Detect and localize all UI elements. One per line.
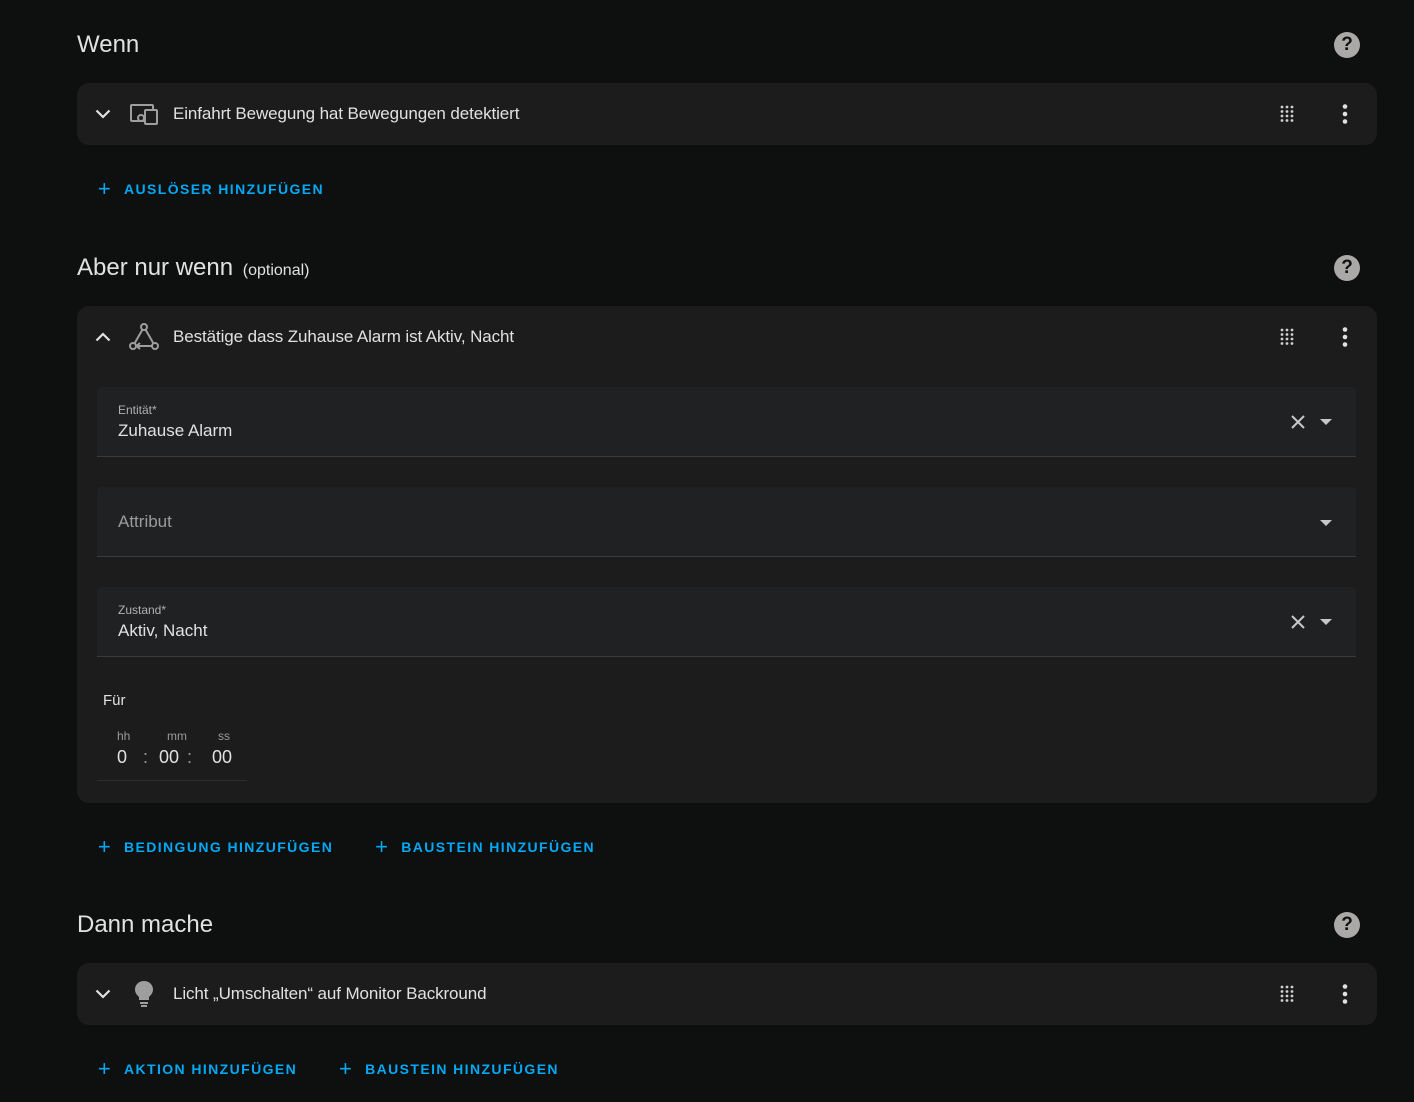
help-icon[interactable]: ? xyxy=(1334,255,1360,281)
action-add-row: + AKTION HINZUFÜGEN + BAUSTEIN HINZUFÜGE… xyxy=(98,1058,601,1080)
dann-title: Dann mache xyxy=(77,911,214,938)
optional-label: (optional) xyxy=(242,262,310,279)
state-field-label: Zustand* xyxy=(118,603,167,617)
ss-label: ss xyxy=(218,729,230,743)
aber-header: Aber nur wenn (optional) ? xyxy=(77,248,1377,288)
for-label: Für xyxy=(103,692,126,709)
plus-icon: + xyxy=(375,834,390,859)
dropdown-arrow-icon[interactable] xyxy=(1318,515,1334,531)
add-trigger-label: AUSLÖSER HINZUFÜGEN xyxy=(124,181,325,197)
attribute-field-placeholder: Attribut xyxy=(118,512,172,531)
dann-header: Dann mache ? xyxy=(77,905,1377,945)
close-icon[interactable] xyxy=(1288,612,1308,632)
add-action-label: AKTION HINZUFÜGEN xyxy=(124,1061,298,1077)
add-trigger-button[interactable]: + AUSLÖSER HINZUFÜGEN xyxy=(98,178,324,200)
action-row[interactable]: Licht „Umschalten“ auf Monitor Backround xyxy=(77,963,1377,1025)
action-label: Licht „Umschalten“ auf Monitor Backround xyxy=(173,984,487,1003)
chevron-down-icon[interactable] xyxy=(93,984,113,1004)
add-block-button[interactable]: + BAUSTEIN HINZUFÜGEN xyxy=(375,836,595,858)
hours-input[interactable]: 0 xyxy=(117,747,127,768)
condition-add-row: + BEDINGUNG HINZUFÜGEN + BAUSTEIN HINZUF… xyxy=(98,836,637,858)
trigger-card: Einfahrt Bewegung hat Bewegungen detekti… xyxy=(77,83,1377,145)
add-block-label: BAUSTEIN HINZUFÜGEN xyxy=(401,839,596,855)
entity-field[interactable]: Entität* Zuhause Alarm xyxy=(97,387,1356,457)
add-block-label: BAUSTEIN HINZUFÜGEN xyxy=(365,1061,559,1077)
trigger-label: Einfahrt Bewegung hat Bewegungen detekti… xyxy=(173,104,520,123)
plus-icon: + xyxy=(339,1056,354,1081)
chevron-down-icon[interactable] xyxy=(93,104,113,124)
lightbulb-icon xyxy=(129,979,159,1009)
minutes-input[interactable]: 00 xyxy=(159,747,179,768)
mm-label: mm xyxy=(167,729,187,743)
condition-card: Bestätige dass Zuhause Alarm ist Aktiv, … xyxy=(77,306,1377,803)
state-field-value: Aktiv, Nacht xyxy=(118,621,208,640)
entity-field-value: Zuhause Alarm xyxy=(118,421,233,440)
drag-handle-icon[interactable] xyxy=(1277,104,1297,124)
hh-label: hh xyxy=(117,729,131,743)
add-action-button[interactable]: + AKTION HINZUFÜGEN xyxy=(98,1058,297,1080)
more-vertical-icon[interactable] xyxy=(1333,325,1357,349)
dropdown-arrow-icon[interactable] xyxy=(1318,414,1334,430)
trigger-row[interactable]: Einfahrt Bewegung hat Bewegungen detekti… xyxy=(77,83,1377,145)
duration-input[interactable]: hh mm ss 0 : 00 : 00 xyxy=(97,723,247,781)
attribute-field[interactable]: Attribut xyxy=(97,487,1356,557)
aber-title-text: Aber nur wenn xyxy=(77,254,234,281)
seconds-input[interactable]: 00 xyxy=(212,747,232,768)
trigger-add-row: + AUSLÖSER HINZUFÜGEN xyxy=(98,178,366,200)
wenn-title: Wenn xyxy=(77,31,140,58)
devices-icon xyxy=(129,99,159,129)
plus-icon: + xyxy=(97,834,113,859)
state-field[interactable]: Zustand* Aktiv, Nacht xyxy=(97,587,1356,657)
dropdown-arrow-icon[interactable] xyxy=(1318,614,1334,630)
time-separator: : xyxy=(143,747,149,767)
time-separator: : xyxy=(187,747,193,767)
condition-label: Bestätige dass Zuhause Alarm ist Aktiv, … xyxy=(173,327,515,346)
condition-row[interactable]: Bestätige dass Zuhause Alarm ist Aktiv, … xyxy=(77,306,1377,368)
wenn-header: Wenn ? xyxy=(77,25,1377,65)
plus-icon: + xyxy=(97,1056,113,1081)
action-card: Licht „Umschalten“ auf Monitor Backround xyxy=(77,963,1377,1025)
more-vertical-icon[interactable] xyxy=(1333,982,1357,1006)
aber-title: Aber nur wenn (optional) xyxy=(77,254,309,282)
drag-handle-icon[interactable] xyxy=(1277,984,1297,1004)
drag-handle-icon[interactable] xyxy=(1277,327,1297,347)
plus-icon: + xyxy=(97,176,113,201)
add-condition-label: BEDINGUNG HINZUFÜGEN xyxy=(124,839,334,855)
more-vertical-icon[interactable] xyxy=(1333,102,1357,126)
help-icon[interactable]: ? xyxy=(1334,912,1360,938)
help-icon[interactable]: ? xyxy=(1334,32,1360,58)
chevron-up-icon[interactable] xyxy=(93,327,113,347)
add-block-button[interactable]: + BAUSTEIN HINZUFÜGEN xyxy=(339,1058,559,1080)
add-condition-button[interactable]: + BEDINGUNG HINZUFÜGEN xyxy=(98,836,333,858)
close-icon[interactable] xyxy=(1288,412,1308,432)
state-graph-icon xyxy=(129,322,159,352)
entity-field-label: Entität* xyxy=(118,403,157,417)
